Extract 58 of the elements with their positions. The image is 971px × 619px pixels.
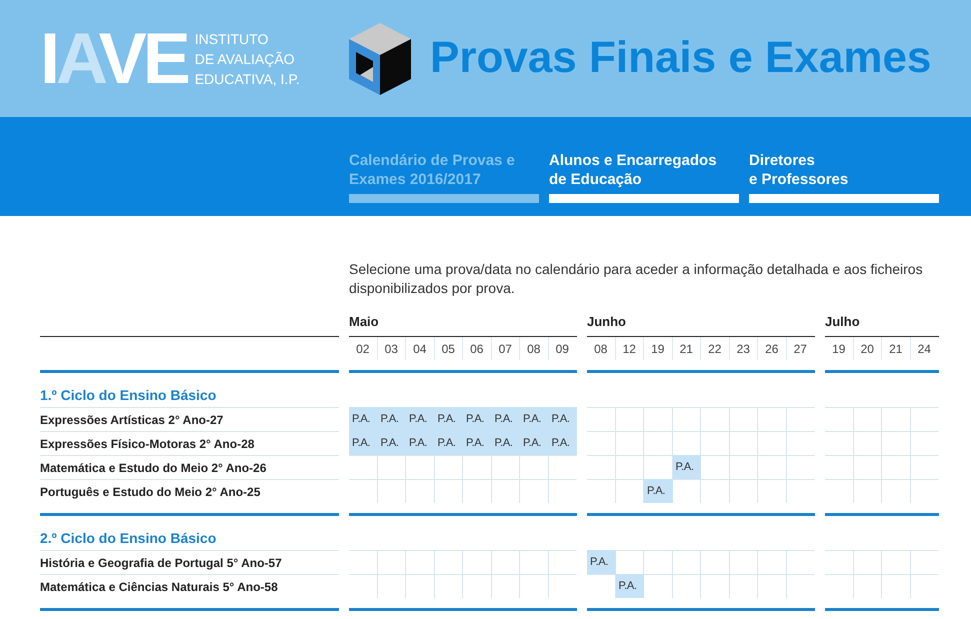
calendar-cell[interactable]: P.A. <box>434 407 463 431</box>
day-number: 21 <box>889 342 902 356</box>
calendar-cell[interactable]: P.A. <box>492 407 520 431</box>
calendar-cell[interactable]: P.A. <box>548 431 577 455</box>
day-number: 19 <box>832 342 846 356</box>
day-number: 27 <box>794 342 807 356</box>
exam-name[interactable]: Expressões Artísticas 2° Ano-27 <box>40 412 224 426</box>
calendar-cell[interactable]: P.A. <box>492 431 520 455</box>
exam-name[interactable]: História e Geografia de Portugal 5° Ano-57 <box>40 556 282 570</box>
site-title: Provas Finais e Exames <box>430 34 932 83</box>
calendar-cell[interactable]: P.A. <box>644 479 672 503</box>
calendar-cell[interactable]: P.A. <box>672 455 701 479</box>
day-number: 03 <box>384 342 398 356</box>
day-number: 02 <box>356 342 370 356</box>
calendar-cell[interactable]: P.A. <box>378 431 406 455</box>
calendar-cell[interactable]: P.A. <box>520 407 548 431</box>
cube-icon <box>349 22 411 94</box>
day-number: 06 <box>470 342 484 356</box>
day-number: 23 <box>736 342 750 356</box>
calendar-cell[interactable]: P.A. <box>548 407 577 431</box>
day-number: 08 <box>527 342 540 356</box>
calendar-cell[interactable]: P.A. <box>349 407 378 431</box>
calendar-cell[interactable]: P.A. <box>463 431 492 455</box>
calendar-cell[interactable]: P.A. <box>463 407 492 431</box>
section-heading: 1.º Ciclo do Ensino Básico <box>40 386 216 405</box>
exam-name[interactable]: Expressões Físico-Motoras 2° Ano-28 <box>40 436 254 450</box>
day-number: 12 <box>622 342 636 356</box>
day-number: 05 <box>442 342 455 356</box>
exam-name[interactable]: Matemática e Ciências Naturais 5° Ano-58 <box>40 580 278 594</box>
day-number: 09 <box>556 342 569 356</box>
day-number: 24 <box>918 342 931 356</box>
institute-name: INSTITUTO DE AVALIAÇÃO EDUCATIVA, I.P. <box>194 30 300 88</box>
day-number: 21 <box>680 342 693 356</box>
logo-wordmark: IAVE <box>40 22 187 94</box>
intro-text: Selecione uma prova/data no calendário para aceder a informação detalhada e aos ficheiros disponibilizados por prova. <box>349 260 924 298</box>
month-name: Julho <box>825 313 860 331</box>
month-name: Junho <box>587 313 626 331</box>
calendar-cell[interactable]: P.A. <box>616 574 644 598</box>
month-name: Maio <box>349 313 379 331</box>
section-heading: 2.º Ciclo do Ensino Básico <box>40 529 216 548</box>
day-number: 19 <box>651 342 664 356</box>
day-number: 04 <box>413 342 426 356</box>
day-number: 07 <box>498 342 512 356</box>
calendar-cell[interactable]: P.A. <box>520 431 548 455</box>
calendar-cell[interactable]: P.A. <box>378 407 406 431</box>
calendar-cell[interactable]: P.A. <box>434 431 463 455</box>
exam-name[interactable]: Português e Estudo do Meio 2° Ano-25 <box>40 484 260 498</box>
nav-tab[interactable]: Diretores e Professores <box>749 151 939 203</box>
day-number: 08 <box>594 342 608 356</box>
day-number: 22 <box>708 342 722 356</box>
day-number: 20 <box>860 342 874 356</box>
exam-name[interactable]: Matemática e Estudo do Meio 2° Ano-26 <box>40 460 266 474</box>
calendar-cell[interactable]: P.A. <box>406 407 434 431</box>
day-number: 26 <box>765 342 778 356</box>
calendar-cell[interactable]: P.A. <box>406 431 434 455</box>
nav-tab[interactable]: Alunos e Encarregados de Educação <box>549 151 739 203</box>
calendar-cell[interactable]: P.A. <box>587 550 616 574</box>
calendar-cell[interactable]: P.A. <box>349 431 378 455</box>
